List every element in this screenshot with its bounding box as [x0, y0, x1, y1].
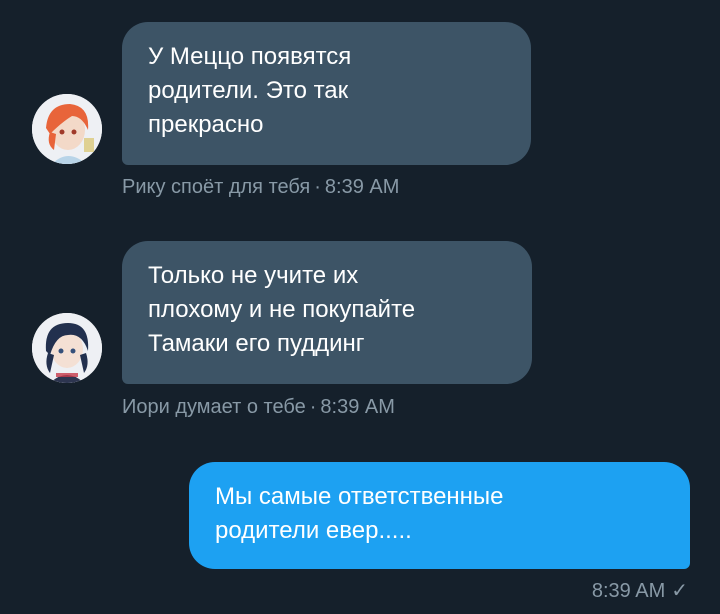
- red-haired-character-avatar-icon: [32, 94, 102, 164]
- message-text-line: прекрасно: [148, 111, 264, 138]
- message-time: 8:39 AM: [320, 396, 395, 418]
- message-time: 8:39 AM: [324, 176, 400, 198]
- message-bubble[interactable]: Мы самые ответственные родители евер....…: [189, 462, 690, 569]
- message-text-line: Мы самые ответственные: [215, 483, 504, 510]
- message-text-line: Только не учите их: [148, 262, 359, 289]
- message-text-line: плохому и не покупайте: [148, 296, 416, 323]
- avatar[interactable]: [32, 94, 102, 164]
- sender-name: Иори думает о тебе: [122, 396, 306, 418]
- message-text-line: родители евер.....: [215, 517, 412, 544]
- sender-name: Рику споёт для тебя: [122, 176, 311, 198]
- checkmark-icon: ✓: [671, 580, 688, 602]
- message-meta: Рику споёт для тебя · 8:39 AM: [122, 176, 400, 198]
- dark-haired-character-avatar-icon: [32, 313, 102, 383]
- message-meta: 8:39 AM ✓: [592, 578, 688, 603]
- message-meta: Иори думает о тебе · 8:39 AM: [122, 396, 395, 418]
- message-text-line: родители. Это так: [148, 77, 349, 104]
- message-text-line: У Меццо появятся: [148, 43, 352, 70]
- message-bubble[interactable]: У Меццо появятся родители. Это так прекр…: [122, 22, 531, 165]
- message-time: 8:39 AM: [591, 580, 666, 602]
- message-text-line: Тамаки его пуддинг: [148, 330, 365, 357]
- message-bubble[interactable]: Только не учите их плохому и не покупайт…: [122, 241, 532, 384]
- avatar[interactable]: [32, 313, 102, 383]
